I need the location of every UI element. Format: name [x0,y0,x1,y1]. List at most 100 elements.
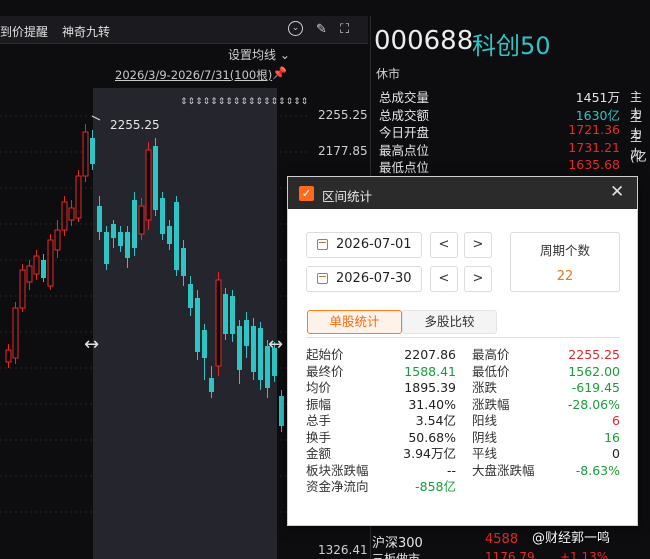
stat-value: -8.63% [575,462,620,478]
quote-key: 总成交额 [379,107,430,123]
selection-region[interactable] [93,88,277,559]
marker-row: ⇕⇕⇕⇕⇕⇕⇕⇕⇕⇕⇕⇕⇕⇕⇕⇕⇕ [180,97,308,107]
candle [54,220,61,258]
stat-value: 1895.39 [404,380,456,395]
app-window: 到价提醒 神奇九转 ⌄ ✎ ⛶ 设置均线 ⌄ 2026/3/9-2026/7/3… [0,0,650,559]
candle [153,138,158,216]
start-date-picker[interactable]: 2026-07-01 [306,232,422,258]
end-date: 2026-07-30 [336,271,412,286]
resize-left-icon[interactable]: ↔ [84,334,99,355]
candle [145,142,152,230]
stat-value: 3.94万亿 [403,446,456,461]
candle [223,288,228,340]
candle [19,264,26,312]
stat-label: 板块涨跌幅 [306,462,369,478]
y-tick-label: 2177.85 [318,144,368,158]
y-tick-label: 2255.25 [318,108,368,122]
stat-label: 均价 [306,380,332,395]
index-name[interactable]: 沪深300 [372,532,423,551]
period-count-box: 周期个数 22 [510,232,620,292]
stat-value: 0 [612,446,620,461]
quote-value: 1721.36 [568,122,620,137]
candle [104,226,109,270]
resize-right-icon[interactable]: ↔ [268,334,283,355]
price-alert-button[interactable]: 到价提醒 [0,23,48,40]
candle [251,318,256,380]
pen-icon[interactable]: ✎ [316,22,327,37]
stat-label: 金额 [306,446,332,461]
candle [5,344,12,368]
stock-name: 科创50 [472,32,551,60]
candle [75,170,82,222]
tab-multi-stock[interactable]: 多股比较 [402,310,497,334]
index-change: +1.13% [560,550,609,559]
high-annotation: 2255.25 [110,118,160,132]
stat-value: -- [446,462,456,478]
quote-key: 今日开盘 [379,125,430,140]
calendar-icon [317,273,328,284]
end-next-button[interactable]: > [464,266,492,292]
candle [160,192,165,240]
period-value: 22 [556,269,574,284]
candle [132,192,137,256]
candle [68,200,75,226]
fullscreen-icon[interactable]: ⛶ [340,22,349,37]
dialog-header: ✓ 区间统计 ✕ [288,177,637,209]
ma-settings-button[interactable]: 设置均线 ⌄ [228,46,290,63]
candle [174,196,179,276]
quote-key: 最低点位 [379,160,430,175]
stock-code: 000688 [374,26,474,56]
start-date: 2026-07-01 [336,237,412,252]
stat-label: 起始价 [306,347,344,362]
quote-key: 最高点位 [379,142,430,158]
quote-value: 1731.21 [568,139,620,155]
side-label: (亿 [630,150,647,164]
candle [61,196,68,236]
divider [306,337,620,338]
index-value: 1176.79 [485,550,535,559]
stat-value: -858亿 [415,479,456,494]
stat-label: 大盘涨跌幅 [472,462,535,478]
chart-toolbar: 到价提醒 神奇九转 ⌄ ✎ ⛶ [0,16,368,44]
stat-label: 阴线 [472,429,498,445]
end-prev-button[interactable]: < [430,266,458,292]
stat-label: 最高价 [472,347,510,362]
quote-key: 总成交量 [379,90,430,105]
chevron-down-icon[interactable]: ⌄ [288,21,303,36]
candle [195,290,200,360]
right-stats: 最高价 2255.25 最低价 1562.00 涨跌 -619.45 涨跌幅 -28.06% 阳… [472,347,620,497]
left-stats: 起始价 2207.86 最终价 1588.41 均价 1895.39 振幅 31.40% 总手 3… [306,347,456,497]
magic-nine-button[interactable]: 神奇九转 [62,23,110,40]
candle [258,322,263,390]
stat-value: 1588.41 [404,363,456,379]
candle [41,254,46,282]
y-tick-label: 1326.41 [318,543,368,557]
stat-label: 振幅 [306,396,332,412]
candle [26,260,33,290]
stat-value: 2207.86 [404,347,456,362]
dialog-title: 区间统计 [322,189,373,204]
start-prev-button[interactable]: < [430,232,458,258]
stat-label: 最终价 [306,363,344,379]
tab-single-stock[interactable]: 单股统计 [307,310,402,334]
start-next-button[interactable]: > [464,232,492,258]
calendar-icon [317,239,328,250]
stat-label: 总手 [306,413,332,428]
close-icon[interactable]: ✕ [610,182,624,202]
stat-label: 资金净流向 [306,479,369,494]
stat-label: 涨跌 [472,380,498,395]
end-date-picker[interactable]: 2026-07-30 [306,266,422,292]
market-status: 休市 [376,67,401,81]
stat-value: -28.06% [567,396,620,412]
stat-label: 最低价 [472,363,510,379]
pin-icon[interactable]: 📌 [272,66,287,80]
stat-label: 换手 [306,429,332,445]
stat-value: 2255.25 [568,347,620,362]
candle [12,302,19,364]
stat-value: 50.68% [408,429,456,445]
quote-value: 1451万 [575,90,620,105]
index-name[interactable]: 三板做市 [372,550,420,559]
candle [215,272,222,376]
period-label: 周期个数 [539,243,590,258]
watermark: @财经郭一鸣 [532,531,611,546]
